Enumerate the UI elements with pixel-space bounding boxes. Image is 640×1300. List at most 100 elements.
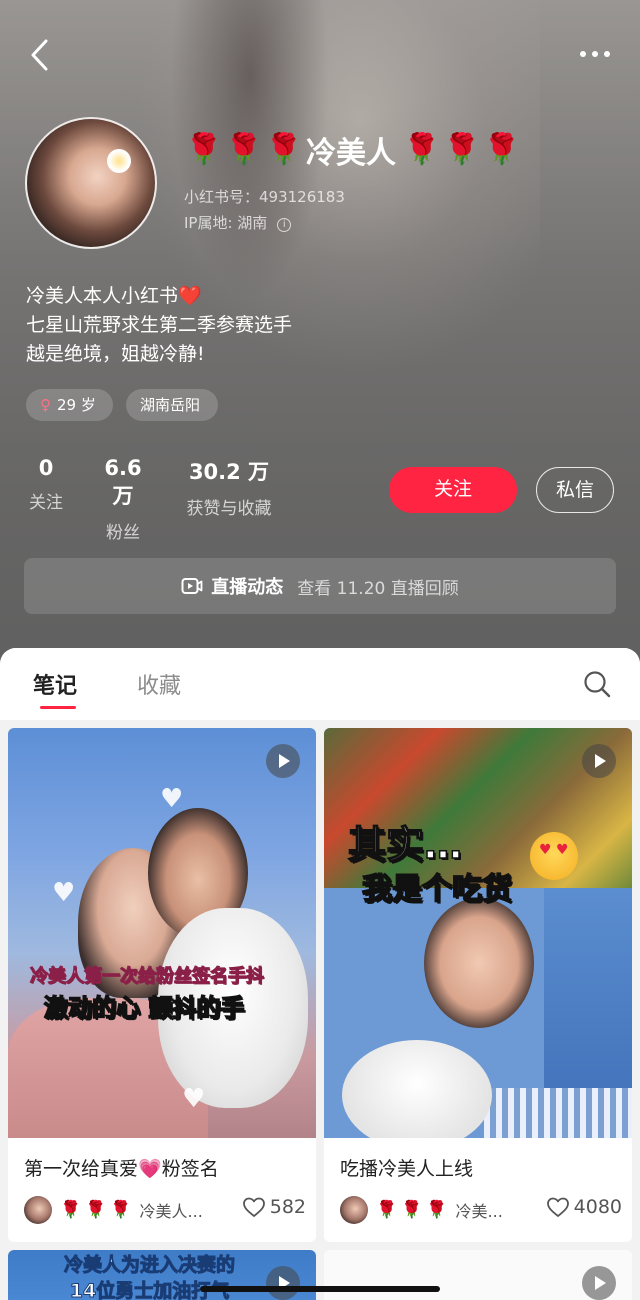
heart-icon: 💗 [138, 1158, 162, 1180]
heart-eyes-emoji-icon [530, 832, 578, 880]
stat-followers[interactable]: 6.6 万 粉丝 [92, 456, 154, 543]
note-title-text: 第一次给真爱 [24, 1158, 139, 1180]
thumbnail-caption: 冷美人第一次给粉丝签名手抖 [30, 966, 265, 988]
stat-label: 获赞与收藏 [186, 499, 272, 519]
note-card[interactable] [324, 1250, 632, 1300]
heart-icon: ♥ [52, 878, 76, 908]
stat-label: 关注 [29, 493, 63, 513]
home-indicator[interactable] [200, 1286, 440, 1292]
photo-shape [342, 1040, 492, 1138]
photo-shape [484, 1088, 632, 1138]
bio: 冷美人本人小红书❤️ 七星山荒野求生第二季参赛选手 越是绝境，姐越冷静! [26, 282, 292, 369]
active-tab-indicator [40, 706, 76, 709]
chevron-left-icon [31, 39, 48, 71]
note-card[interactable]: ♥ ♥ ♥ 冷美人第一次给粉丝签名手抖 激动的心 颤抖的手 第一次给真爱💗粉签名… [8, 728, 316, 1242]
like-count: 4080 [573, 1196, 622, 1218]
author-name: 冷美人... [139, 1202, 203, 1221]
stat-likes-collections[interactable]: 30.2 万 获赞与收藏 [178, 456, 280, 519]
avatar-flower [107, 149, 131, 173]
bio-line-2: 七星山荒野求生第二季参赛选手 [26, 314, 293, 336]
photo-shape [424, 898, 534, 1028]
rose-icon: 🌹 [403, 132, 441, 167]
notes-section: 笔记 收藏 ♥ ♥ ♥ 冷美人第一次给粉丝签名手抖 激动的心 颤抖的手 第一次给… [0, 648, 640, 1300]
heart-icon: ♥ [160, 784, 184, 814]
nickname: 冷美人 [306, 136, 396, 171]
back-button[interactable] [26, 38, 56, 72]
bio-line-3: 越是绝境，姐越冷静! [26, 343, 205, 365]
follow-button[interactable]: 关注 [389, 467, 517, 513]
bio-line-1: 冷美人本人小红书 [26, 285, 179, 307]
stat-following[interactable]: 0 关注 [24, 456, 68, 513]
note-thumbnail [324, 1250, 632, 1300]
live-replay-bar[interactable]: 直播动态 查看 11.20 直播回顾 [24, 558, 616, 614]
note-card[interactable]: 冷美人为进入决赛的 14位勇士加油打气 [8, 1250, 316, 1300]
tab-bar: 笔记 收藏 [0, 648, 640, 720]
message-button[interactable]: 私信 [536, 467, 614, 513]
more-dot-icon [604, 51, 610, 57]
author-name: 冷美... [455, 1202, 503, 1221]
rose-icon: 🌹 [443, 132, 481, 167]
heart-outline-icon [546, 1197, 569, 1217]
rose-icon: 🌹 [60, 1200, 82, 1220]
note-thumbnail: 其实… 我是个吃货 [324, 728, 632, 1138]
thumbnail-caption: 其实… [347, 822, 463, 868]
ip-location: IP属地: 湖南 i [184, 212, 292, 233]
like-button[interactable]: 582 [242, 1196, 306, 1218]
avatar [24, 1196, 52, 1224]
female-icon: ♀ [40, 396, 51, 414]
info-icon[interactable]: i [277, 218, 292, 232]
age-text: 29 岁 [57, 396, 96, 414]
tab-collections[interactable]: 收藏 [137, 668, 181, 700]
stat-value: 30.2 万 [188, 460, 270, 484]
like-count: 582 [269, 1196, 306, 1218]
live-title: 直播动态 [211, 577, 284, 598]
note-title: 第一次给真爱💗粉签名 [24, 1154, 219, 1181]
play-icon [266, 744, 300, 778]
note-footer: 🌹 🌹 🌹 冷美人... 582 [24, 1194, 306, 1226]
rose-icon: 🌹 [225, 132, 263, 167]
stat-value: 6.6 万 [104, 456, 142, 508]
more-options-button[interactable] [572, 42, 618, 66]
thumbnail-caption-line: 冷美人为进入决赛的 [63, 1254, 236, 1277]
rose-icon: 🌹 [426, 1200, 448, 1220]
rose-icon: 🌹 [401, 1200, 423, 1220]
thumbnail-caption: 激动的心 颤抖的手 [43, 993, 245, 1023]
stat-label: 粉丝 [106, 523, 140, 543]
rose-icon: 🌹 [110, 1200, 132, 1220]
note-title: 吃播冷美人上线 [340, 1158, 474, 1180]
heart-icon: ❤️ [178, 285, 202, 307]
more-dot-icon [580, 51, 586, 57]
avatar[interactable] [25, 117, 157, 249]
heart-icon: ♥ [182, 1084, 206, 1114]
like-button[interactable]: 4080 [546, 1196, 622, 1218]
rose-icon: 🌹 [185, 132, 223, 167]
profile-header: 🌹 🌹 🌹 冷美人 🌹 🌹 🌹 小红书号：493126183 IP属地: 湖南 i… [0, 0, 640, 680]
note-title-text: 粉签名 [161, 1158, 219, 1180]
note-thumbnail: 冷美人为进入决赛的 14位勇士加油打气 [8, 1250, 316, 1300]
note-footer: 🌹 🌹 🌹 冷美... 4080 [340, 1194, 622, 1226]
play-icon [582, 1266, 616, 1300]
avatar [340, 1196, 368, 1224]
rose-icon: 🌹 [376, 1200, 398, 1220]
note-thumbnail: ♥ ♥ ♥ 冷美人第一次给粉丝签名手抖 激动的心 颤抖的手 [8, 728, 316, 1138]
thumbnail-caption: 我是个吃货 [361, 871, 513, 908]
rose-icon: 🌹 [483, 132, 521, 167]
rose-icon: 🌹 [265, 132, 303, 167]
live-subtitle: 查看 11.20 直播回顾 [297, 578, 459, 599]
location-tag: 湖南岳阳 [126, 389, 218, 421]
heart-outline-icon [242, 1197, 265, 1217]
rose-icon: 🌹 [85, 1200, 107, 1220]
live-video-icon [181, 578, 203, 594]
user-id: 小红书号：493126183 [184, 188, 345, 206]
thumbnail-caption: 冷美人为进入决赛的 14位勇士加油打气 [63, 1252, 236, 1300]
search-icon[interactable] [583, 670, 611, 698]
play-icon [582, 744, 616, 778]
stat-value: 0 [38, 456, 54, 480]
play-icon [266, 1266, 300, 1300]
name-row: 🌹 🌹 🌹 冷美人 🌹 🌹 🌹 [184, 130, 522, 171]
age-tag: ♀ 29 岁 [26, 389, 113, 421]
note-card[interactable]: 其实… 我是个吃货 吃播冷美人上线 🌹 🌹 🌹 冷美... 4080 [324, 728, 632, 1242]
tab-notes[interactable]: 笔记 [33, 668, 77, 700]
more-dot-icon [592, 51, 598, 57]
ip-location-text: IP属地: 湖南 [184, 214, 268, 232]
